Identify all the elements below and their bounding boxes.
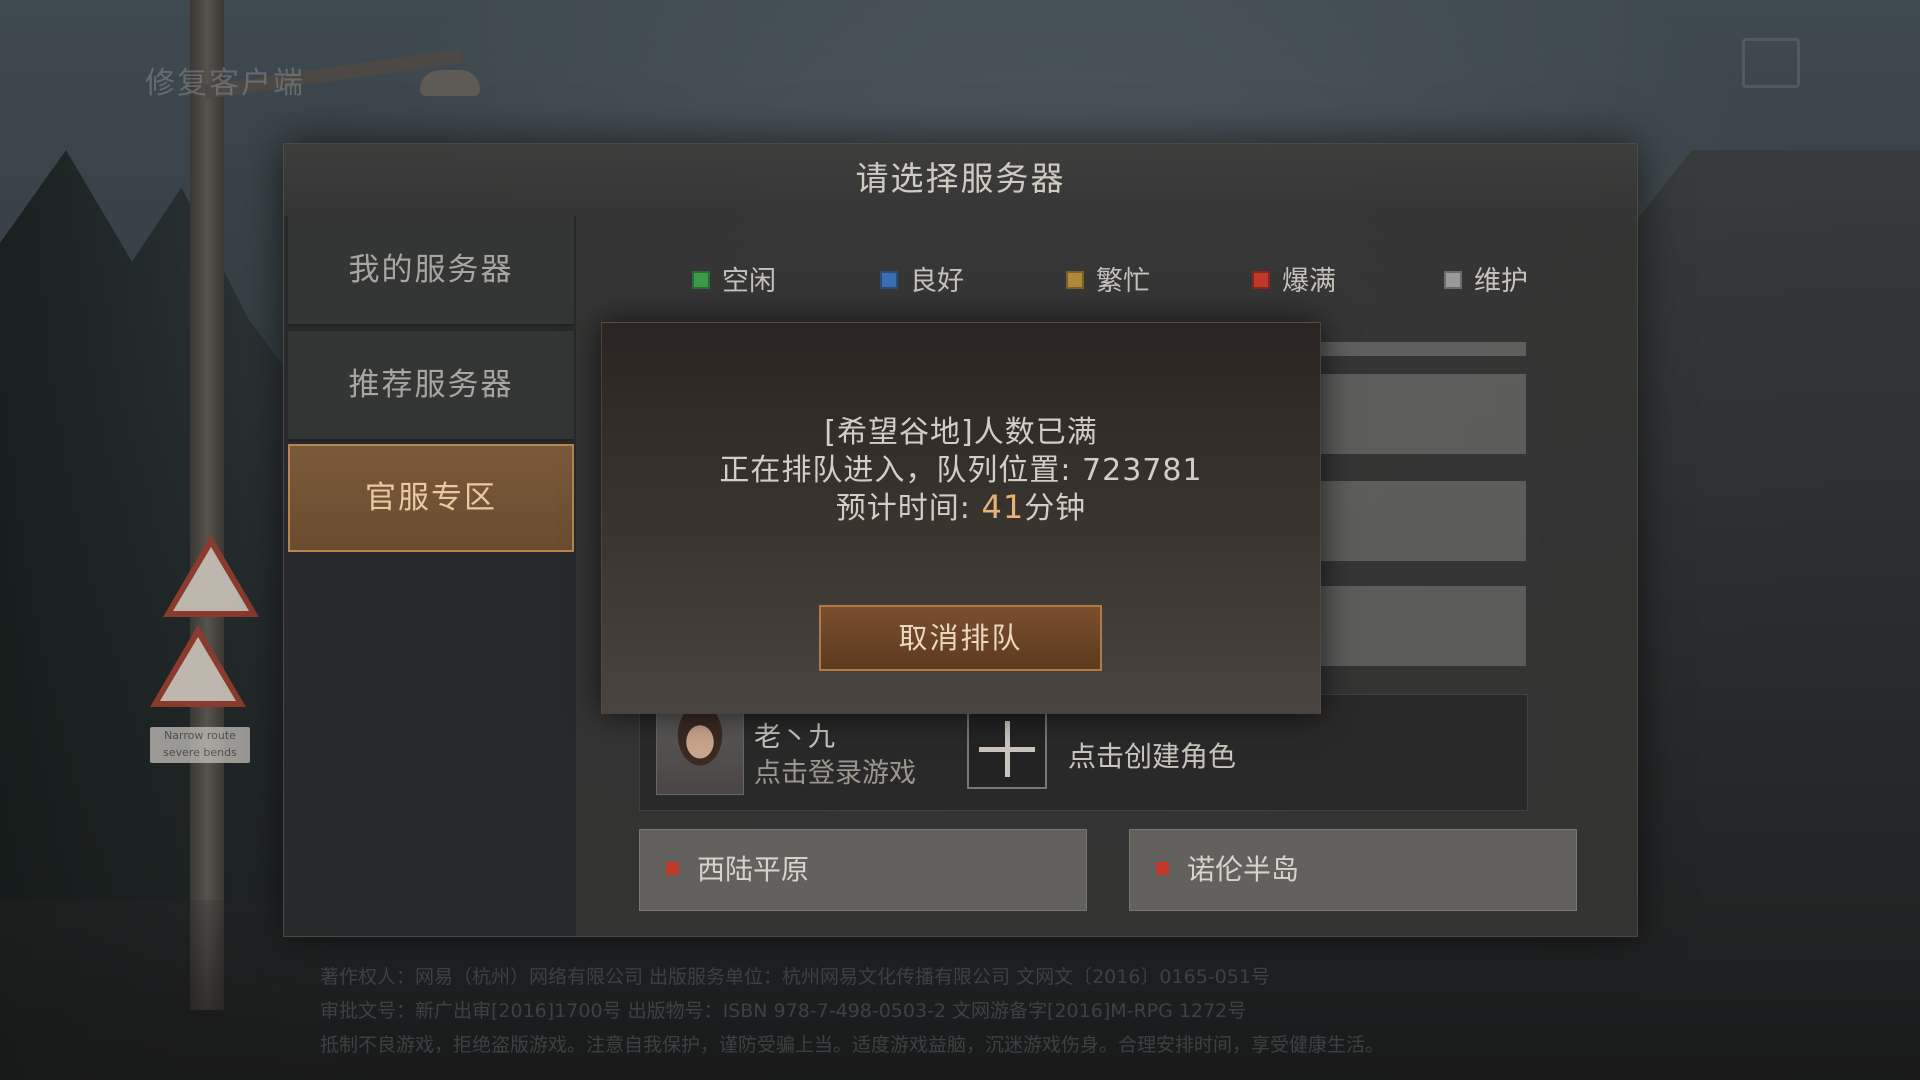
legend-maintenance: 维护 (1444, 262, 1528, 302)
game-logo-watermark (604, 184, 1364, 334)
legend-good: 良好 (880, 262, 964, 302)
street-lamp (420, 70, 480, 96)
road-sign-plate: Narrow route severe bends (150, 727, 250, 763)
status-square-icon (1252, 270, 1270, 289)
warning-sign-icon (163, 535, 259, 617)
deer-crossing-sign-icon (150, 625, 246, 707)
character-avatar[interactable] (656, 709, 744, 795)
status-legend: 空闲 良好 繁忙 爆满 维护 (692, 262, 1592, 302)
status-square-icon (1444, 270, 1462, 289)
queue-eta-text: 预计时间: 41分钟 (835, 488, 1087, 526)
legal-line: 审批文号：新广出审[2016]1700号 出版物号：ISBN 978-7-498… (320, 1000, 1247, 1022)
legend-idle: 空闲 (692, 262, 776, 302)
queue-eta-value: 41 (981, 488, 1025, 526)
repair-client-link[interactable]: 修复客户端 (145, 58, 305, 102)
notice-icon[interactable] (1742, 38, 1800, 88)
create-character-label[interactable]: 点击创建角色 (1068, 735, 1236, 775)
nav-my-servers[interactable]: 我的服务器 (288, 216, 574, 326)
status-square-icon (666, 861, 679, 875)
legend-busy: 繁忙 (1066, 262, 1150, 302)
plus-icon[interactable] (967, 709, 1047, 789)
status-square-icon (1066, 270, 1084, 289)
server-category-nav: 我的服务器 推荐服务器 官服专区 (284, 216, 576, 936)
status-square-icon (692, 270, 710, 289)
legal-footer: 著作权人：网易（杭州）网络有限公司 出版服务单位：杭州网易文化传播有限公司 文网… (320, 960, 1620, 1062)
nav-recommended-servers[interactable]: 推荐服务器 (288, 331, 574, 441)
status-square-icon (1156, 861, 1169, 875)
legal-line: 著作权人：网易（杭州）网络有限公司 出版服务单位：杭州网易文化传播有限公司 文网… (320, 966, 1270, 988)
character-name[interactable]: 老丶九 (754, 715, 835, 754)
cancel-queue-button[interactable]: 取消排队 (819, 605, 1102, 671)
legal-line: 抵制不良游戏，拒绝盗版游戏。注意自我保护，谨防受骗上当。适度游戏益脑，沉迷游戏伤… (320, 1034, 1385, 1056)
server-nolen-peninsula[interactable]: 诺伦半岛 (1129, 829, 1577, 911)
utility-pole (190, 0, 224, 1010)
status-square-icon (880, 270, 898, 289)
nav-official-servers[interactable]: 官服专区 (288, 444, 574, 552)
character-login-hint[interactable]: 点击登录游戏 (754, 751, 916, 790)
queue-dialog: [希望谷地]人数已满 正在排队进入，队列位置: 723781 预计时间: 41分… (601, 322, 1321, 714)
legend-full: 爆满 (1252, 262, 1336, 302)
server-west-plains[interactable]: 西陆平原 (639, 829, 1087, 911)
